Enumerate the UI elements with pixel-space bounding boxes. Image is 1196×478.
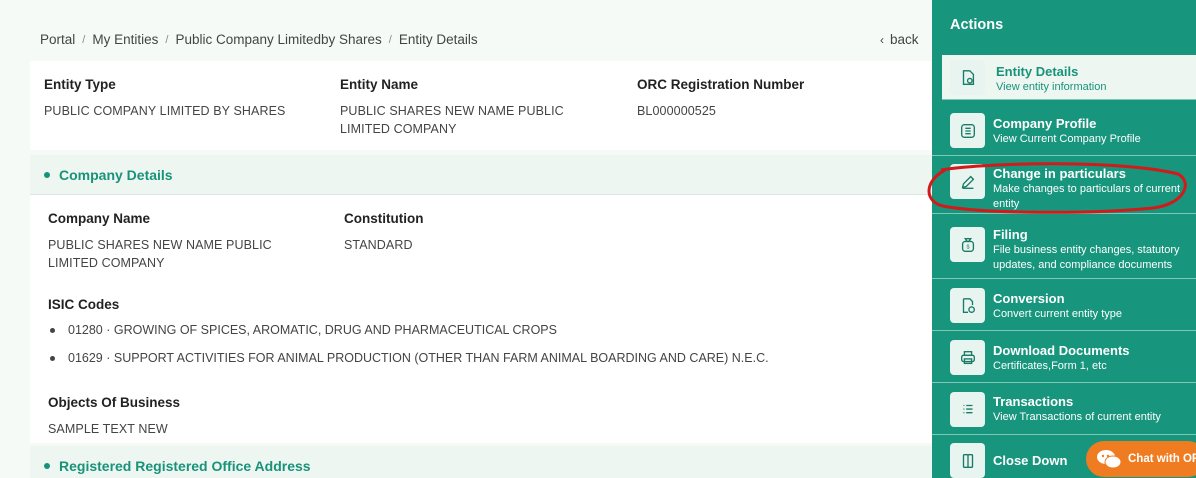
action-transactions[interactable]: Transactions View Transactions of curren… <box>932 383 1196 435</box>
company-details-card: Company Name PUBLIC SHARES NEW NAME PUBL… <box>30 195 932 443</box>
objects-value: SAMPLE TEXT NEW <box>48 422 168 436</box>
breadcrumb-separator: / <box>165 33 169 46</box>
actions-title: Actions <box>950 17 1004 33</box>
actions-sidebar: Actions Entity Details View entity infor… <box>932 0 1196 478</box>
bullet-icon <box>50 355 55 361</box>
entity-name-label: Entity Name <box>340 77 419 92</box>
action-title: Filing <box>993 227 1028 242</box>
objects-field: Objects Of Business SAMPLE TEXT NEW <box>48 395 548 438</box>
list-item: 01629 · SUPPORT ACTIVITIES FOR ANIMAL PR… <box>48 350 769 366</box>
action-subtitle: View Current Company Profile <box>993 133 1141 145</box>
company-details-title: Company Details <box>59 166 173 183</box>
company-name-label: Company Name <box>48 211 151 226</box>
breadcrumb-portal[interactable]: Portal <box>40 32 75 47</box>
action-title: Transactions <box>993 394 1074 409</box>
svg-text:$: $ <box>966 244 969 250</box>
orc-number-label: ORC Registration Number <box>637 77 805 92</box>
back-label: back <box>890 32 919 47</box>
main-content: Portal / My Entities / Public Company Li… <box>0 0 932 478</box>
action-subtitle: File business entity changes, statutory … <box>993 244 1180 271</box>
bullet-dot-icon <box>44 462 50 469</box>
action-filing[interactable]: $ Filing File business entity changes, s… <box>932 214 1196 279</box>
isic-code-list: 01280 · GROWING OF SPICES, AROMATIC, DRU… <box>48 322 769 378</box>
constitution-field: Constitution STANDARD <box>344 211 614 254</box>
breadcrumb-my-entities[interactable]: My Entities <box>92 32 158 47</box>
door-icon <box>950 443 985 478</box>
breadcrumb-entity-category[interactable]: Public Company Limitedby Shares <box>175 32 381 47</box>
action-title: Company Profile <box>993 116 1097 131</box>
action-change-in-particulars[interactable]: Change in particulars Make changes to pa… <box>932 156 1196 214</box>
money-bag-icon: $ <box>950 227 985 262</box>
document-refresh-icon <box>950 288 985 323</box>
chevron-left-icon: ‹ <box>880 32 884 47</box>
orc-number-field: ORC Registration Number BL000000525 <box>637 77 907 120</box>
entity-type-label: Entity Type <box>44 77 116 92</box>
breadcrumb-current: Entity Details <box>398 32 478 47</box>
action-subtitle: Convert current entity type <box>993 308 1123 320</box>
document-gear-icon <box>950 60 985 95</box>
list-item: 01280 · GROWING OF SPICES, AROMATIC, DRU… <box>48 322 769 338</box>
breadcrumb-separator: / <box>388 33 392 46</box>
chat-label: Chat with ORC <box>1128 453 1196 465</box>
constitution-value: STANDARD <box>344 238 413 252</box>
action-subtitle: Make changes to particulars of current e… <box>993 183 1181 210</box>
list-icon <box>950 113 985 148</box>
entity-summary-card: Entity Type PUBLIC COMPANY LIMITED BY SH… <box>30 61 932 150</box>
company-details-header[interactable]: Company Details <box>30 155 932 195</box>
isic-codes-label: ISIC Codes <box>48 297 120 312</box>
action-company-profile[interactable]: Company Profile View Current Company Pro… <box>932 104 1196 156</box>
bullet-icon <box>50 327 55 333</box>
registered-office-title: Registered Registered Office Address <box>59 457 311 474</box>
printer-icon <box>950 340 985 375</box>
bullet-dot-icon <box>44 171 50 178</box>
orc-number-value: BL000000525 <box>637 104 716 118</box>
action-title: Conversion <box>993 291 1065 306</box>
action-subtitle: Certificates,Form 1, etc <box>993 360 1107 372</box>
pencil-icon <box>950 164 985 199</box>
entity-name-value: PUBLIC SHARES NEW NAME PUBLIC LIMITED CO… <box>340 104 564 136</box>
isic-codes-field: ISIC Codes <box>48 297 548 312</box>
action-title: Change in particulars <box>993 166 1126 181</box>
isic-code: 01280 · GROWING OF SPICES, AROMATIC, DRU… <box>68 323 557 337</box>
action-title: Close Down <box>993 453 1068 468</box>
chat-bubbles-icon <box>1097 450 1122 469</box>
entity-type-value: PUBLIC COMPANY LIMITED BY SHARES <box>44 104 286 118</box>
company-name-field: Company Name PUBLIC SHARES NEW NAME PUBL… <box>48 211 318 272</box>
action-download-documents[interactable]: Download Documents Certificates,Form 1, … <box>932 331 1196 383</box>
action-entity-details[interactable]: Entity Details View entity information <box>942 55 1196 100</box>
chat-with-orc-button[interactable]: Chat with ORC <box>1086 441 1196 477</box>
constitution-label: Constitution <box>344 211 424 226</box>
action-title: Entity Details <box>996 64 1079 79</box>
objects-label: Objects Of Business <box>48 395 181 410</box>
action-subtitle: View entity information <box>996 81 1107 93</box>
company-name-value: PUBLIC SHARES NEW NAME PUBLIC LIMITED CO… <box>48 238 272 270</box>
entity-type-field: Entity Type PUBLIC COMPANY LIMITED BY SH… <box>44 77 314 120</box>
registered-office-header[interactable]: Registered Registered Office Address <box>30 446 932 478</box>
isic-code: 01629 · SUPPORT ACTIVITIES FOR ANIMAL PR… <box>68 351 769 365</box>
back-button[interactable]: ‹ back <box>880 32 919 47</box>
breadcrumb: Portal / My Entities / Public Company Li… <box>40 32 478 47</box>
entity-name-field: Entity Name PUBLIC SHARES NEW NAME PUBLI… <box>340 77 615 138</box>
action-conversion[interactable]: Conversion Convert current entity type <box>932 279 1196 331</box>
action-subtitle: View Transactions of current entity <box>993 411 1161 423</box>
list-lines-icon <box>950 392 985 427</box>
action-title: Download Documents <box>993 343 1130 358</box>
breadcrumb-separator: / <box>82 33 86 46</box>
